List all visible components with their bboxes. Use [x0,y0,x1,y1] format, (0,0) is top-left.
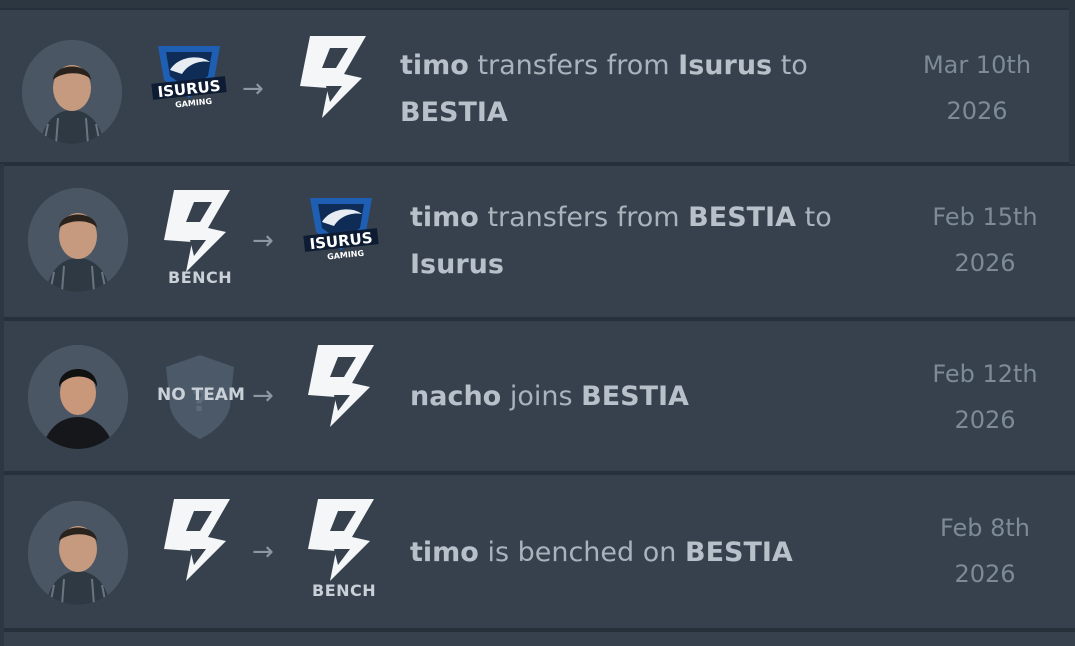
transfer-description: timo transfers from Isurus to BESTIA [400,50,808,128]
transfer-date: Feb 12th 2026 [932,360,1038,434]
transfer-date: Mar 10th 2026 [922,51,1032,125]
team-name[interactable]: BESTIA [400,97,508,128]
transfer-date: Feb 8th 2026 [939,514,1030,588]
team-name[interactable]: Isurus [410,249,504,280]
player-name[interactable]: timo [410,537,479,568]
isurus-logo[interactable]: ISURUS GAMING [300,192,382,264]
arrow-right-icon: → [252,381,274,411]
transfer-list: ISURUS GAMING → timo transfers from Isuru… [0,0,1075,646]
bench-label: BENCH [312,581,377,600]
transfer-row-partial [4,630,1075,646]
bestia-logo[interactable] [160,495,234,583]
bestia-logo[interactable] [304,341,378,429]
arrow-right-icon: → [252,226,274,256]
player-avatar[interactable] [28,345,128,449]
bestia-logo[interactable] [296,32,370,120]
player-avatar[interactable] [28,188,128,292]
no-team-label: NO TEAM [157,385,245,405]
bench-label: BENCH [168,268,233,287]
transfer-description: timo is benched on BESTIA [410,537,793,568]
team-name[interactable]: BESTIA [581,381,689,412]
team-name[interactable]: BESTIA [685,537,793,568]
team-name[interactable]: BESTIA [688,202,796,233]
player-name[interactable]: nacho [410,381,501,412]
transfer-row[interactable]: BENCH → ISURUS GAMING timo transfers from… [4,164,1075,319]
transfer-description: nacho joins BESTIA [410,381,689,412]
transfer-description: timo transfers from BESTIA to Isurus [410,202,832,280]
player-name[interactable]: timo [410,202,479,233]
transfer-date: Feb 15th 2026 [932,203,1038,277]
arrow-right-icon: → [242,74,264,104]
player-avatar[interactable] [22,40,122,144]
bestia-logo[interactable] [160,186,234,274]
transfer-row[interactable]: → BENCH timo is benched on BESTIA Feb 8t… [4,473,1075,630]
transfer-row[interactable]: ? NO TEAM → nacho joins BESTIA Feb 12th … [4,319,1075,473]
arrow-right-icon: → [252,537,274,567]
team-name[interactable]: Isurus [678,50,772,81]
bestia-logo[interactable] [304,495,378,583]
player-name[interactable]: timo [400,50,469,81]
player-avatar[interactable] [28,501,128,605]
isurus-logo[interactable]: ISURUS GAMING [148,40,230,112]
transfer-row[interactable]: ISURUS GAMING → timo transfers from Isuru… [0,8,1069,164]
